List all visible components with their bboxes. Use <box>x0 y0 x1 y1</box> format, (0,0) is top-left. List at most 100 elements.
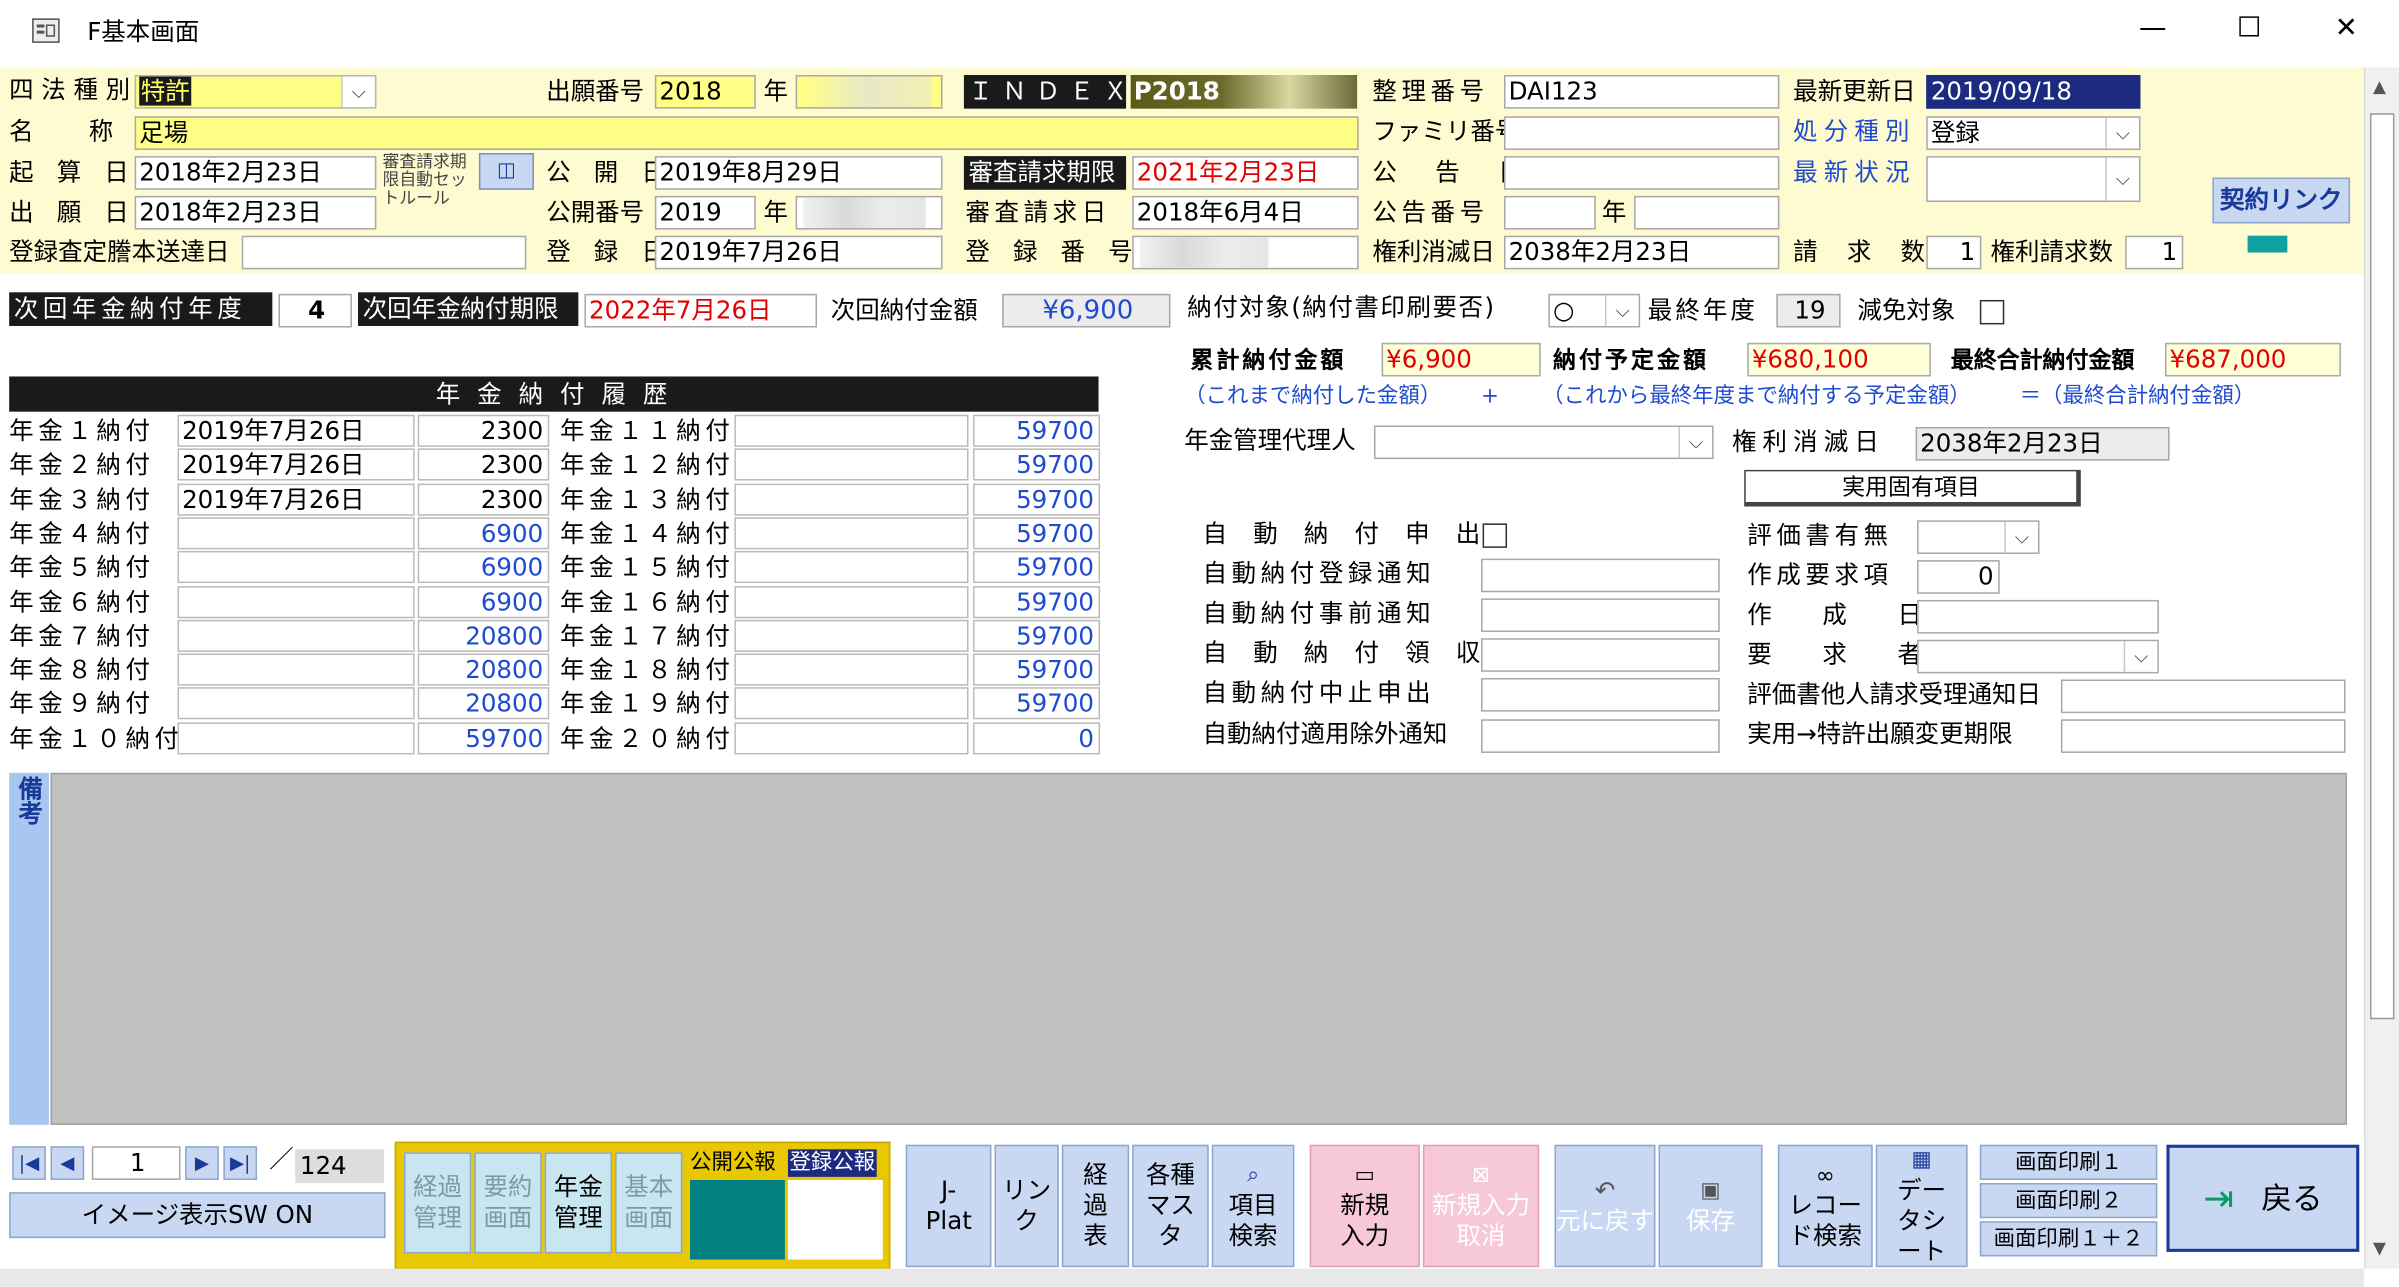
keikahyo-button[interactable]: 経過表 <box>1061 1144 1130 1268</box>
history-row-date[interactable] <box>734 551 969 584</box>
history-row-date[interactable] <box>177 517 415 550</box>
history-row-amount[interactable]: 59700 <box>973 619 1101 652</box>
maximize-button[interactable]: ☐ <box>2237 12 2262 46</box>
shinsa-kigen-field[interactable]: 2021年2月23日 <box>1132 156 1359 190</box>
chevron-down-icon[interactable]: ⌵ <box>2105 157 2139 201</box>
toroku-satei-field[interactable] <box>241 235 527 270</box>
hyokasho-select[interactable]: ⌵ <box>1917 520 2040 555</box>
seiri-field[interactable]: DAI123 <box>1503 74 1780 109</box>
shinsa-bi-field[interactable]: 2018年6月4日 <box>1132 195 1359 230</box>
nenkin-kanri-button[interactable]: 年金管理 <box>544 1152 612 1254</box>
datasheet-button[interactable]: ▦ データシート <box>1875 1144 1968 1268</box>
next-kigen-field[interactable]: 2022年7月26日 <box>584 293 818 328</box>
koukai-koho-frame[interactable] <box>690 1179 785 1260</box>
index-field[interactable]: P2018 <box>1130 74 1358 109</box>
print1-button[interactable]: 画面印刷１ <box>1979 1144 2158 1180</box>
toroku-bi-field[interactable]: 2019年7月26日 <box>654 235 943 270</box>
target-select[interactable]: ○ ⌵ <box>1548 293 1641 328</box>
close-button[interactable]: ✕ <box>2335 12 2358 46</box>
record-current[interactable]: 1 <box>91 1146 181 1180</box>
family-field[interactable] <box>1503 116 1780 150</box>
history-row-amount[interactable]: 6900 <box>417 585 550 618</box>
kenri-shometsu2-field[interactable]: 2038年2月23日 <box>1915 426 2170 461</box>
history-row-date[interactable] <box>177 619 415 652</box>
saishin-koshin-field[interactable]: 2019/09/18 <box>1926 74 2141 109</box>
history-row-amount[interactable]: 2300 <box>417 448 550 481</box>
koukai-no-number[interactable] <box>795 195 943 230</box>
history-row-date[interactable] <box>734 482 969 516</box>
chevron-down-icon[interactable]: ⌵ <box>2105 117 2139 149</box>
final-year-field[interactable]: 19 <box>1776 293 1841 328</box>
moshide-checkbox[interactable] <box>1482 523 1508 548</box>
history-row-date[interactable] <box>734 585 969 618</box>
dairinin-select[interactable]: ⌵ <box>1373 425 1714 460</box>
toroku-tsuchi-field[interactable] <box>1481 558 1720 593</box>
history-row-amount[interactable]: 59700 <box>973 414 1101 447</box>
history-row-date[interactable] <box>734 721 969 755</box>
memo-field[interactable] <box>50 772 2348 1125</box>
sakusei-yokyu-field[interactable]: 0 <box>1917 560 2000 594</box>
kisan-field[interactable]: 2018年2月23日 <box>134 156 377 190</box>
history-row-amount[interactable]: 0 <box>973 721 1101 755</box>
chevron-down-icon[interactable]: ⌵ <box>1604 295 1639 326</box>
history-row-date[interactable] <box>734 517 969 550</box>
history-row-amount[interactable]: 59700 <box>973 482 1101 516</box>
chevron-down-icon[interactable]: ⌵ <box>341 76 375 108</box>
print12-button[interactable]: 画面印刷１＋２ <box>1979 1221 2158 1257</box>
master-button[interactable]: 各種マスタ <box>1132 1144 1209 1268</box>
history-row-date[interactable] <box>177 653 415 686</box>
vertical-scrollbar[interactable]: ▲ ▼ <box>2363 67 2399 1269</box>
ryoshu-field[interactable] <box>1481 638 1720 672</box>
toroku-no-field[interactable] <box>1132 235 1359 270</box>
koukai-no-year[interactable]: 2019 <box>654 195 756 230</box>
jplat-button[interactable]: J-Plat <box>905 1144 992 1268</box>
history-row-date[interactable] <box>177 585 415 618</box>
next-amount-field[interactable]: ¥6,900 <box>1002 293 1171 328</box>
shutsugan-no-number[interactable] <box>795 74 943 109</box>
chevron-down-icon[interactable]: ⌵ <box>1678 426 1713 458</box>
history-row-date[interactable]: 2019年7月26日 <box>177 482 415 516</box>
new-input-button[interactable]: ▭ 新規入力 <box>1309 1144 1420 1268</box>
chevron-down-icon[interactable]: ⌵ <box>2123 641 2158 672</box>
history-row-date[interactable]: 2019年7月26日 <box>177 414 415 447</box>
keiyaku-link-button[interactable]: 契約リンク <box>2212 177 2351 224</box>
history-row-amount[interactable]: 20800 <box>417 619 550 652</box>
toroku-koho-frame[interactable] <box>787 1179 883 1260</box>
history-row-date[interactable] <box>734 414 969 447</box>
history-row-amount[interactable]: 59700 <box>973 551 1101 584</box>
scroll-thumb[interactable] <box>2369 113 2395 1020</box>
scroll-down-icon[interactable]: ▼ <box>2373 1238 2386 1258</box>
shiho-select[interactable]: 特許 ⌵ <box>134 74 377 109</box>
history-row-amount[interactable]: 59700 <box>417 721 550 755</box>
yoyaku-gamen-button[interactable]: 要約画面 <box>474 1152 542 1254</box>
jogai-field[interactable] <box>1481 719 1720 753</box>
prev-record-icon[interactable]: ◀ <box>50 1146 85 1180</box>
kihon-gamen-button[interactable]: 基本画面 <box>615 1152 683 1254</box>
jizen-tsuchi-field[interactable] <box>1481 598 1720 633</box>
next-year-field[interactable]: 4 <box>278 293 352 328</box>
history-row-amount[interactable]: 20800 <box>417 687 550 720</box>
back-button[interactable]: ⇥ 戻る <box>2166 1144 2360 1252</box>
calendar-search-icon[interactable]: ◫ <box>478 153 534 190</box>
yokyusha-select[interactable]: ⌵ <box>1917 639 2159 674</box>
history-row-date[interactable] <box>177 687 415 720</box>
history-row-amount[interactable]: 59700 <box>973 687 1101 720</box>
scroll-up-icon[interactable]: ▲ <box>2373 77 2386 97</box>
history-row-amount[interactable]: 2300 <box>417 482 550 516</box>
history-row-amount[interactable]: 59700 <box>973 585 1101 618</box>
kenri-shometsu-field[interactable]: 2038年2月23日 <box>1503 235 1780 270</box>
history-row-date[interactable] <box>734 448 969 481</box>
undo-button[interactable]: ↶ 元に戻す <box>1554 1144 1656 1268</box>
saishin-jokyo-select[interactable]: ⌵ <box>1926 156 2141 203</box>
history-row-amount[interactable]: 20800 <box>417 653 550 686</box>
kokoku-bi-field[interactable] <box>1503 156 1780 190</box>
history-row-amount[interactable]: 6900 <box>417 517 550 550</box>
yotei-field[interactable]: ¥680,100 <box>1747 342 1931 377</box>
minimize-button[interactable]: — <box>2139 12 2167 46</box>
last-record-icon[interactable]: ▶| <box>223 1146 258 1180</box>
history-row-date[interactable] <box>177 721 415 755</box>
history-row-amount[interactable]: 59700 <box>973 653 1101 686</box>
kokoku-no-number[interactable] <box>1634 195 1780 230</box>
save-button[interactable]: ▣ 保存 <box>1658 1144 1763 1268</box>
history-row-date[interactable] <box>734 687 969 720</box>
